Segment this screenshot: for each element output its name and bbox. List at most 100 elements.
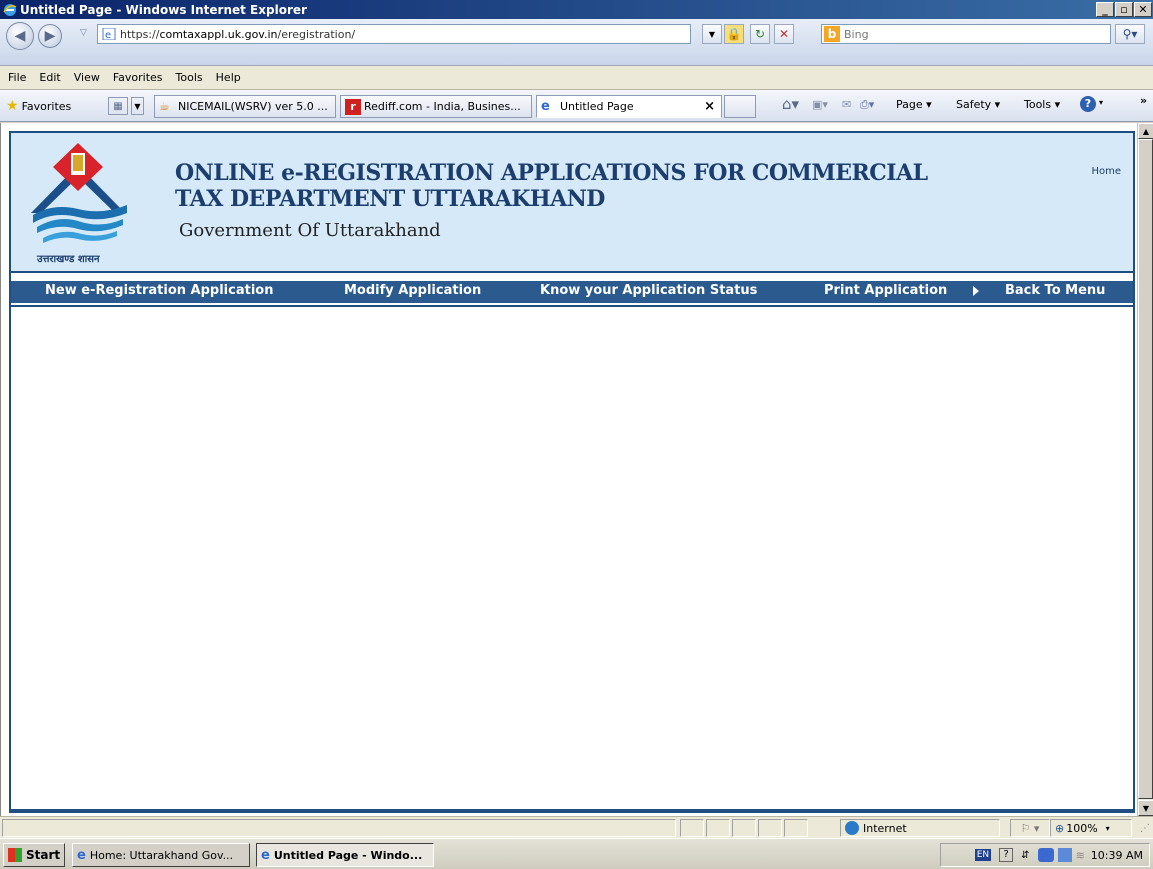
mail-icon: ☕ <box>159 98 170 113</box>
menu-favorites[interactable]: Favorites <box>113 71 163 84</box>
rediff-icon: r <box>345 98 361 115</box>
forward-button[interactable]: ▶ <box>38 24 62 48</box>
system-tray: EN ? ⇵ ≋ 10:39 AM <box>940 843 1150 867</box>
tray-app-icon[interactable] <box>1037 848 1054 862</box>
help-icon[interactable]: ? <box>1080 96 1096 112</box>
url-path: /eregistration/ <box>277 27 356 41</box>
zoom-control[interactable]: ⊕ 100% ▾ <box>1050 819 1132 837</box>
menu-tools[interactable]: Tools <box>176 71 203 84</box>
menu-help[interactable]: Help <box>216 71 241 84</box>
zoom-level: 100% <box>1066 821 1098 835</box>
security-zone[interactable]: Internet <box>840 819 1000 837</box>
restore-button[interactable]: ▫ <box>1115 2 1133 17</box>
address-dropdown-button[interactable]: ▼ <box>702 24 722 44</box>
zoom-dropdown-icon: ▾ <box>1105 823 1110 833</box>
favorites-button[interactable]: ★ Favorites <box>6 98 71 114</box>
tab-label: Rediff.com - India, Busines... <box>364 100 521 113</box>
toolbar-overflow[interactable]: » <box>1140 94 1147 107</box>
internet-explorer-icon: e <box>261 847 270 863</box>
tab-label: NICEMAIL(WSRV) ver 5.0 ... <box>178 100 328 113</box>
window-title-bar[interactable]: Untitled Page - Windows Internet Explore… <box>0 0 1153 19</box>
url-domain: comtaxappl.uk.gov.in <box>159 27 278 41</box>
wifi-icon[interactable]: ≋ <box>1076 849 1085 862</box>
taskbar-item-label: Untitled Page - Windo... <box>273 848 423 862</box>
refresh-icon[interactable]: ↻ <box>750 24 770 44</box>
page-icon: e <box>102 28 116 40</box>
nav-application-status[interactable]: Know your Application Status <box>540 283 757 298</box>
nav-print-application[interactable]: Print Application <box>824 283 947 298</box>
new-tab-button[interactable] <box>724 95 756 118</box>
security-lock-icon[interactable]: 🔒 <box>724 24 744 44</box>
language-indicator[interactable]: EN <box>974 849 992 861</box>
start-button[interactable]: Start <box>3 843 65 867</box>
window-title: Untitled Page - Windows Internet Explore… <box>20 2 307 17</box>
taskbar-item-untitled[interactable]: e Untitled Page - Windo... <box>256 843 434 867</box>
network-icon[interactable]: ⇵ <box>1021 850 1029 861</box>
scroll-up-button[interactable]: ▲ <box>1138 123 1153 139</box>
menu-file[interactable]: File <box>8 71 26 84</box>
status-panel <box>732 819 756 837</box>
zone-label: Internet <box>863 821 907 835</box>
menu-edit[interactable]: Edit <box>39 71 60 84</box>
menu-view[interactable]: View <box>74 71 100 84</box>
nav-divider <box>11 305 1133 307</box>
tab-rediff[interactable]: r Rediff.com - India, Busines... <box>340 95 532 118</box>
minimize-button[interactable]: _ <box>1096 2 1114 17</box>
close-window-button[interactable]: ✕ <box>1134 2 1152 17</box>
nav-new-registration[interactable]: New e-Registration Application <box>45 283 273 298</box>
internet-explorer-icon: e <box>541 98 550 114</box>
tab-untitled-page[interactable]: e Untitled Page × <box>536 95 722 118</box>
header-banner: उत्तराखण्ड शासन ONLINE e-REGISTRATION AP… <box>11 133 1133 273</box>
uttarakhand-emblem-logo <box>31 143 127 243</box>
windows-logo-icon <box>8 848 22 862</box>
taskbar-item-home[interactable]: e Home: Uttarakhand Gov... <box>72 843 250 867</box>
page-frame: उत्तराखण्ड शासन ONLINE e-REGISTRATION AP… <box>9 131 1135 813</box>
status-panel <box>784 819 808 837</box>
home-link[interactable]: Home <box>1091 166 1121 177</box>
bing-icon: b <box>824 26 840 42</box>
start-label: Start <box>26 848 61 862</box>
resize-grip-icon[interactable]: ⋰ <box>1140 823 1150 834</box>
tray-app-icon[interactable] <box>1057 848 1072 862</box>
nav-back-to-menu[interactable]: Back To Menu <box>1005 283 1105 298</box>
vertical-scrollbar[interactable]: ▲ ▼ <box>1137 123 1153 816</box>
tab-close-icon[interactable]: × <box>704 99 715 114</box>
footer-divider <box>11 809 1133 813</box>
history-dropdown-icon[interactable]: ▽ <box>80 28 87 38</box>
tools-menu[interactable]: Tools ▾ <box>1024 98 1060 111</box>
star-icon: ★ <box>6 98 19 114</box>
tab-nicemail[interactable]: ☕ NICEMAIL(WSRV) ver 5.0 ... <box>154 95 336 118</box>
address-toolbar: ◀ ▶ ▽ e https://comtaxappl.uk.gov.in/ere… <box>0 19 1153 66</box>
print-icon[interactable]: ⎙▾ <box>860 98 874 112</box>
favorites-label: Favorites <box>21 99 72 113</box>
page-menu[interactable]: Page ▾ <box>896 98 932 111</box>
url-prefix: https:// <box>120 27 160 41</box>
help-tray-icon[interactable]: ? <box>999 848 1014 862</box>
page-subtitle: Government Of Uttarakhand <box>179 220 441 241</box>
scroll-thumb[interactable] <box>1138 139 1153 799</box>
feeds-icon[interactable]: ▣▾ <box>812 98 828 111</box>
search-button[interactable]: ⚲▾ <box>1115 24 1145 44</box>
internet-explorer-icon: e <box>77 847 86 863</box>
scroll-down-button[interactable]: ▼ <box>1138 800 1153 816</box>
stop-icon[interactable]: ✕ <box>774 24 794 44</box>
tab-label: Untitled Page <box>560 100 634 113</box>
clock[interactable]: 10:39 AM <box>1091 849 1143 862</box>
home-icon[interactable]: ⌂▾ <box>782 95 799 113</box>
status-panel <box>758 819 782 837</box>
nav-modify-application[interactable]: Modify Application <box>344 283 481 298</box>
back-button[interactable]: ◀ <box>6 22 34 50</box>
nav-arrow-icon <box>973 286 979 296</box>
protected-mode-icon[interactable]: ⚐ ▾ <box>1010 819 1050 837</box>
quick-tabs-icon[interactable]: ▦ <box>108 97 128 115</box>
tab-list-dropdown[interactable]: ▼ <box>131 97 144 115</box>
search-placeholder: Bing <box>844 27 869 41</box>
help-dropdown-icon[interactable]: ▾ <box>1099 98 1103 107</box>
read-mail-icon[interactable]: ✉ <box>842 98 851 111</box>
taskbar-item-label: Home: Uttarakhand Gov... <box>89 848 234 862</box>
search-box[interactable]: b Bing <box>821 24 1111 44</box>
logo-caption: उत्तराखण्ड शासन <box>37 254 100 265</box>
address-bar[interactable]: e https://comtaxappl.uk.gov.in/eregistra… <box>97 24 691 44</box>
safety-menu[interactable]: Safety ▾ <box>956 98 1000 111</box>
internet-explorer-icon <box>3 3 17 16</box>
